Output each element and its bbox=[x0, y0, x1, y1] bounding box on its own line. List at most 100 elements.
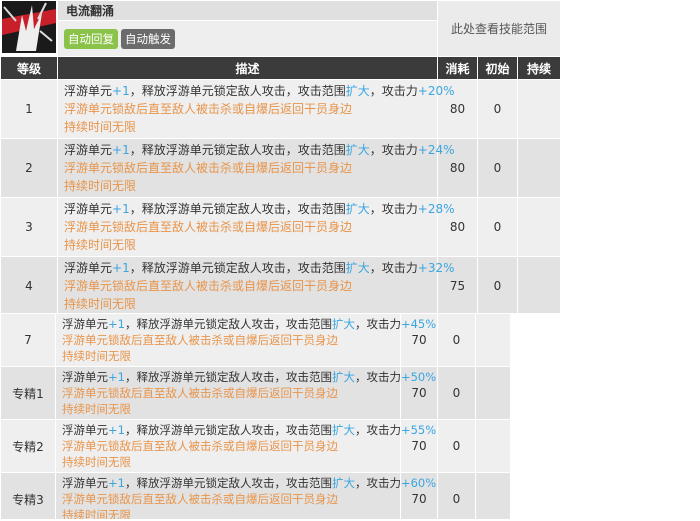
desc-line3: 持续时间无限 bbox=[64, 179, 137, 193]
desc-highlight: +1 bbox=[112, 261, 130, 275]
initial-cell: 0 bbox=[437, 472, 476, 519]
desc-text: ，释放浮游单元锁定敌人攻击，攻击范围 bbox=[129, 202, 346, 216]
desc-line2: 浮游单元锁敌后直至敌人被击杀或自爆后返回干员身边 bbox=[62, 386, 338, 400]
desc-highlight: 扩大 bbox=[345, 84, 370, 98]
level-cell: 4 bbox=[0, 256, 58, 313]
duration-cell bbox=[475, 419, 510, 473]
desc-text: 浮游单元 bbox=[62, 317, 108, 331]
desc-highlight: +1 bbox=[112, 202, 130, 216]
desc-line2: 浮游单元锁敌后直至敌人被击杀或自爆后返回干员身边 bbox=[64, 102, 353, 116]
desc-highlight: 扩大 bbox=[331, 423, 355, 437]
skill-tags: 自动回复 自动触发 bbox=[57, 20, 438, 57]
header-initial: 初始 bbox=[477, 56, 518, 80]
header-desc: 描述 bbox=[57, 56, 438, 80]
desc-line2: 浮游单元锁敌后直至敌人被击杀或自爆后返回干员身边 bbox=[62, 492, 338, 506]
table-row: 专精3 浮游单元+1，释放浮游单元锁定敌人攻击，攻击范围扩大，攻击力+60% 浮游… bbox=[0, 472, 510, 519]
desc-text: ，攻击力 bbox=[369, 202, 418, 216]
atk-bonus: +24% bbox=[417, 143, 455, 157]
atk-bonus: +50% bbox=[400, 370, 437, 384]
desc-highlight: +1 bbox=[108, 423, 125, 437]
duration-cell bbox=[516, 256, 560, 313]
initial-cell: 0 bbox=[477, 138, 518, 198]
desc-line3: 持续时间无限 bbox=[64, 297, 137, 311]
desc-line3: 持续时间无限 bbox=[62, 402, 131, 416]
desc-cell: 浮游单元+1，释放浮游单元锁定敌人攻击，攻击范围扩大，攻击力+20% 浮游单元锁敌… bbox=[57, 79, 455, 139]
table-row: 4 浮游单元+1，释放浮游单元锁定敌人攻击，攻击范围扩大，攻击力+32% 浮游单元… bbox=[0, 256, 560, 313]
skill-range-link[interactable]: 此处查看技能范围 bbox=[436, 0, 560, 57]
desc-text: ，释放浮游单元锁定敌人攻击，攻击范围 bbox=[124, 423, 332, 437]
desc-highlight: +1 bbox=[112, 143, 130, 157]
desc-text: ，释放浮游单元锁定敌人攻击，攻击范围 bbox=[129, 84, 346, 98]
atk-bonus: +32% bbox=[417, 261, 455, 275]
desc-line2: 浮游单元锁敌后直至敌人被击杀或自爆后返回干员身边 bbox=[64, 161, 353, 175]
table-row: 3 浮游单元+1，释放浮游单元锁定敌人攻击，攻击范围扩大，攻击力+28% 浮游单元… bbox=[0, 197, 560, 257]
initial-cell: 0 bbox=[437, 313, 476, 367]
desc-line2: 浮游单元锁敌后直至敌人被击杀或自爆后返回干员身边 bbox=[64, 279, 353, 293]
desc-line3: 持续时间无限 bbox=[64, 238, 137, 252]
desc-text: 浮游单元 bbox=[64, 84, 113, 98]
initial-cell: 0 bbox=[437, 366, 476, 420]
desc-line2: 浮游单元锁敌后直至敌人被击杀或自爆后返回干员身边 bbox=[62, 333, 338, 347]
level-cell: 7 bbox=[0, 313, 56, 367]
desc-text: 浮游单元 bbox=[64, 202, 113, 216]
atk-bonus: +60% bbox=[400, 476, 437, 490]
level-cell: 专精1 bbox=[0, 366, 56, 420]
desc-line2: 浮游单元锁敌后直至敌人被击杀或自爆后返回干员身边 bbox=[62, 439, 338, 453]
desc-text: 浮游单元 bbox=[64, 143, 113, 157]
desc-highlight: 扩大 bbox=[331, 370, 355, 384]
desc-cell: 浮游单元+1，释放浮游单元锁定敌人攻击，攻击范围扩大，攻击力+24% 浮游单元锁敌… bbox=[57, 138, 455, 198]
desc-cell: 浮游单元+1，释放浮游单元锁定敌人攻击，攻击范围扩大，攻击力+50% 浮游单元锁敌… bbox=[55, 366, 436, 420]
desc-text: ，攻击力 bbox=[354, 370, 401, 384]
skill-table-lower: 7 浮游单元+1，释放浮游单元锁定敌人攻击，攻击范围扩大，攻击力+45% 浮游单元… bbox=[0, 313, 510, 519]
skill-lightning-icon bbox=[2, 1, 56, 53]
desc-line3: 持续时间无限 bbox=[62, 349, 131, 363]
skill-name: 电流翻涌 bbox=[57, 0, 438, 22]
desc-text: ，释放浮游单元锁定敌人攻击，攻击范围 bbox=[129, 143, 346, 157]
desc-line2: 浮游单元锁敌后直至敌人被击杀或自爆后返回干员身边 bbox=[64, 220, 353, 234]
desc-line3: 持续时间无限 bbox=[62, 455, 131, 469]
desc-text: ，攻击力 bbox=[354, 317, 401, 331]
desc-highlight: +1 bbox=[108, 370, 125, 384]
desc-line3: 持续时间无限 bbox=[62, 508, 131, 519]
level-cell: 2 bbox=[0, 138, 58, 198]
desc-line3: 持续时间无限 bbox=[64, 120, 137, 134]
desc-cell: 浮游单元+1，释放浮游单元锁定敌人攻击，攻击范围扩大，攻击力+45% 浮游单元锁敌… bbox=[55, 313, 436, 367]
desc-text: 浮游单元 bbox=[62, 423, 108, 437]
initial-cell: 0 bbox=[437, 419, 476, 473]
desc-highlight: 扩大 bbox=[345, 143, 370, 157]
desc-cell: 浮游单元+1，释放浮游单元锁定敌人攻击，攻击范围扩大，攻击力+32% 浮游单元锁敌… bbox=[57, 256, 455, 313]
atk-bonus: +45% bbox=[400, 317, 437, 331]
table-row: 1 浮游单元+1，释放浮游单元锁定敌人攻击，攻击范围扩大，攻击力+20% 浮游单元… bbox=[0, 79, 560, 139]
desc-text: ，攻击力 bbox=[369, 84, 418, 98]
desc-text: ，释放浮游单元锁定敌人攻击，攻击范围 bbox=[124, 317, 332, 331]
level-cell: 3 bbox=[0, 197, 58, 257]
level-cell: 专精2 bbox=[0, 419, 56, 473]
atk-bonus: +55% bbox=[400, 423, 437, 437]
duration-cell bbox=[516, 197, 560, 257]
table-row: 专精2 浮游单元+1，释放浮游单元锁定敌人攻击，攻击范围扩大，攻击力+55% 浮游… bbox=[0, 419, 510, 473]
table-row: 2 浮游单元+1，释放浮游单元锁定敌人攻击，攻击范围扩大，攻击力+24% 浮游单元… bbox=[0, 138, 560, 198]
desc-highlight: 扩大 bbox=[345, 261, 370, 275]
desc-highlight: 扩大 bbox=[331, 317, 355, 331]
desc-text: ，攻击力 bbox=[369, 143, 418, 157]
atk-bonus: +28% bbox=[417, 202, 455, 216]
initial-cell: 0 bbox=[477, 197, 518, 257]
skill-table-upper: 电流翻涌 此处查看技能范围 自动回复 自动触发 等级 描述 消耗 初始 持续 1 … bbox=[0, 0, 560, 313]
desc-highlight: +1 bbox=[108, 317, 125, 331]
desc-cell: 浮游单元+1，释放浮游单元锁定敌人攻击，攻击范围扩大，攻击力+60% 浮游单元锁敌… bbox=[55, 472, 436, 519]
atk-bonus: +20% bbox=[417, 84, 455, 98]
duration-cell bbox=[475, 366, 510, 420]
desc-text: ，攻击力 bbox=[354, 423, 401, 437]
desc-text: ，释放浮游单元锁定敌人攻击，攻击范围 bbox=[124, 476, 332, 490]
desc-text: ，释放浮游单元锁定敌人攻击，攻击范围 bbox=[124, 370, 332, 384]
desc-text: ，攻击力 bbox=[354, 476, 401, 490]
desc-text: ，释放浮游单元锁定敌人攻击，攻击范围 bbox=[129, 261, 346, 275]
duration-cell bbox=[475, 313, 510, 367]
desc-cell: 浮游单元+1，释放浮游单元锁定敌人攻击，攻击范围扩大，攻击力+28% 浮游单元锁敌… bbox=[57, 197, 455, 257]
initial-cell: 0 bbox=[477, 79, 518, 139]
tag-auto-recovery: 自动回复 bbox=[64, 28, 118, 49]
level-cell: 1 bbox=[0, 79, 58, 139]
desc-text: 浮游单元 bbox=[62, 370, 108, 384]
duration-cell bbox=[516, 79, 560, 139]
header-level: 等级 bbox=[0, 56, 58, 80]
